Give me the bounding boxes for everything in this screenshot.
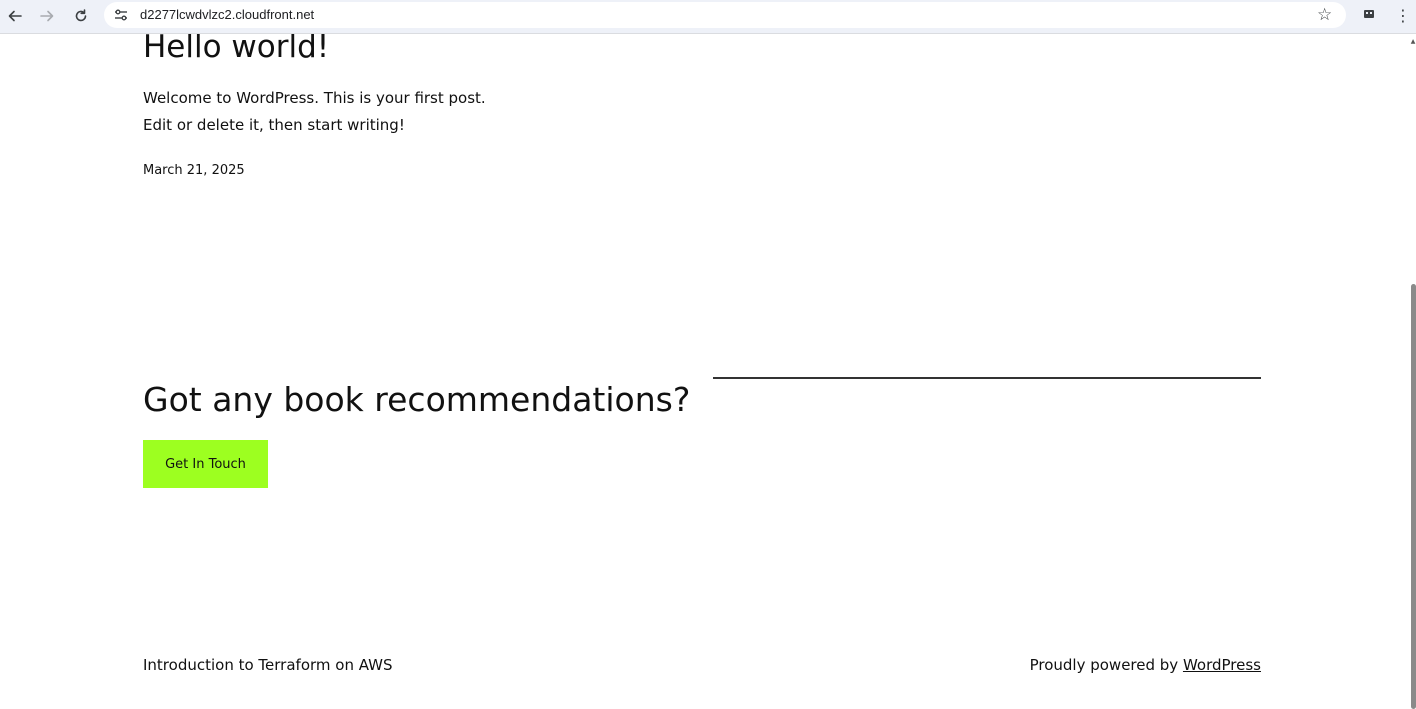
star-icon[interactable]: ☆ — [1317, 5, 1332, 25]
post-excerpt-line-1: Welcome to WordPress. This is your first… — [143, 89, 486, 107]
cta-heading: Got any book recommendations? — [143, 380, 691, 419]
get-in-touch-button[interactable]: Get In Touch — [143, 440, 268, 488]
post-excerpt-line-2: Edit or delete it, then start writing! — [143, 116, 405, 134]
back-arrow-icon[interactable] — [3, 4, 27, 28]
page-content: Hello world! Welcome to WordPress. This … — [0, 34, 1410, 709]
separator-line — [713, 377, 1261, 379]
scroll-up-arrow-icon[interactable]: ▲ — [1410, 38, 1416, 46]
footer-site-title[interactable]: Introduction to Terraform on AWS — [143, 655, 393, 675]
scrollbar-thumb[interactable] — [1411, 284, 1416, 709]
footer-credit-prefix: Proudly powered by — [1029, 656, 1183, 674]
address-bar[interactable]: d2277lcwdvlzc2.cloudfront.net ☆ — [104, 2, 1346, 28]
url-text[interactable]: d2277lcwdvlzc2.cloudfront.net — [140, 6, 314, 24]
forward-arrow-icon[interactable] — [35, 4, 59, 28]
extension-icon[interactable] — [1362, 7, 1376, 21]
footer-credit: Proudly powered by WordPress — [1030, 655, 1261, 675]
site-settings-icon[interactable] — [112, 6, 130, 24]
three-dot-menu-icon[interactable]: ⋮ — [1395, 4, 1411, 26]
post-date: March 21, 2025 — [143, 163, 245, 178]
wordpress-link[interactable]: WordPress — [1183, 656, 1261, 674]
reload-icon[interactable] — [69, 4, 93, 28]
post-title[interactable]: Hello world! — [143, 34, 329, 67]
browser-toolbar: d2277lcwdvlzc2.cloudfront.net ☆ ⋮ — [0, 0, 1416, 34]
